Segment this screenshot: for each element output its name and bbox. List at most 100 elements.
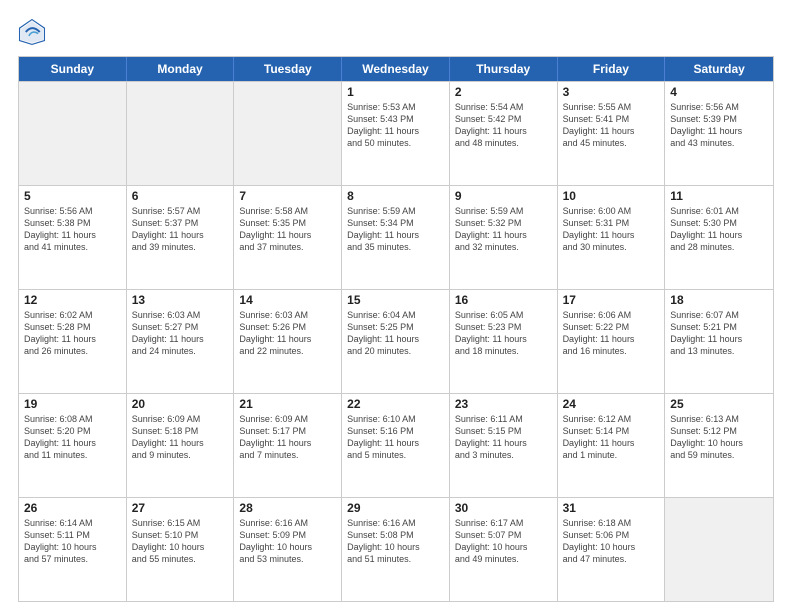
- day-info: Sunrise: 6:15 AM Sunset: 5:10 PM Dayligh…: [132, 517, 229, 566]
- day-number: 25: [670, 397, 768, 411]
- calendar-cell-5-7: [665, 498, 773, 601]
- day-number: 17: [563, 293, 660, 307]
- calendar-header: SundayMondayTuesdayWednesdayThursdayFrid…: [19, 57, 773, 81]
- calendar-cell-1-7: 4 Sunrise: 5:56 AM Sunset: 5:39 PM Daylig…: [665, 82, 773, 185]
- calendar-cell-2-4: 8 Sunrise: 5:59 AM Sunset: 5:34 PM Daylig…: [342, 186, 450, 289]
- day-info: Sunrise: 5:56 AM Sunset: 5:38 PM Dayligh…: [24, 205, 121, 254]
- calendar-cell-5-2: 27 Sunrise: 6:15 AM Sunset: 5:10 PM Dayli…: [127, 498, 235, 601]
- calendar: SundayMondayTuesdayWednesdayThursdayFrid…: [18, 56, 774, 602]
- day-number: 16: [455, 293, 552, 307]
- day-number: 20: [132, 397, 229, 411]
- calendar-cell-5-6: 31 Sunrise: 6:18 AM Sunset: 5:06 PM Dayli…: [558, 498, 666, 601]
- day-info: Sunrise: 5:58 AM Sunset: 5:35 PM Dayligh…: [239, 205, 336, 254]
- weekday-header-sunday: Sunday: [19, 57, 127, 81]
- calendar-cell-3-7: 18 Sunrise: 6:07 AM Sunset: 5:21 PM Dayli…: [665, 290, 773, 393]
- calendar-cell-3-6: 17 Sunrise: 6:06 AM Sunset: 5:22 PM Dayli…: [558, 290, 666, 393]
- day-number: 4: [670, 85, 768, 99]
- weekday-header-friday: Friday: [558, 57, 666, 81]
- day-info: Sunrise: 6:11 AM Sunset: 5:15 PM Dayligh…: [455, 413, 552, 462]
- weekday-header-monday: Monday: [127, 57, 235, 81]
- calendar-cell-1-3: [234, 82, 342, 185]
- day-info: Sunrise: 6:08 AM Sunset: 5:20 PM Dayligh…: [24, 413, 121, 462]
- day-info: Sunrise: 5:53 AM Sunset: 5:43 PM Dayligh…: [347, 101, 444, 150]
- header: [18, 18, 774, 46]
- day-number: 7: [239, 189, 336, 203]
- day-number: 23: [455, 397, 552, 411]
- day-number: 5: [24, 189, 121, 203]
- calendar-cell-3-5: 16 Sunrise: 6:05 AM Sunset: 5:23 PM Dayli…: [450, 290, 558, 393]
- day-info: Sunrise: 5:54 AM Sunset: 5:42 PM Dayligh…: [455, 101, 552, 150]
- day-number: 6: [132, 189, 229, 203]
- day-number: 29: [347, 501, 444, 515]
- calendar-cell-3-1: 12 Sunrise: 6:02 AM Sunset: 5:28 PM Dayli…: [19, 290, 127, 393]
- day-number: 12: [24, 293, 121, 307]
- day-info: Sunrise: 6:00 AM Sunset: 5:31 PM Dayligh…: [563, 205, 660, 254]
- page: SundayMondayTuesdayWednesdayThursdayFrid…: [0, 0, 792, 612]
- calendar-cell-4-7: 25 Sunrise: 6:13 AM Sunset: 5:12 PM Dayli…: [665, 394, 773, 497]
- day-info: Sunrise: 6:17 AM Sunset: 5:07 PM Dayligh…: [455, 517, 552, 566]
- calendar-cell-2-2: 6 Sunrise: 5:57 AM Sunset: 5:37 PM Daylig…: [127, 186, 235, 289]
- calendar-row-3: 12 Sunrise: 6:02 AM Sunset: 5:28 PM Dayli…: [19, 289, 773, 393]
- day-number: 21: [239, 397, 336, 411]
- day-info: Sunrise: 6:01 AM Sunset: 5:30 PM Dayligh…: [670, 205, 768, 254]
- day-info: Sunrise: 6:10 AM Sunset: 5:16 PM Dayligh…: [347, 413, 444, 462]
- day-number: 2: [455, 85, 552, 99]
- calendar-cell-4-3: 21Sunrise: 6:09 AM Sunset: 5:17 PM Dayli…: [234, 394, 342, 497]
- calendar-cell-2-6: 10 Sunrise: 6:00 AM Sunset: 5:31 PM Dayli…: [558, 186, 666, 289]
- day-info: Sunrise: 6:02 AM Sunset: 5:28 PM Dayligh…: [24, 309, 121, 358]
- logo-icon: [18, 18, 46, 46]
- calendar-cell-3-2: 13Sunrise: 6:03 AM Sunset: 5:27 PM Dayli…: [127, 290, 235, 393]
- weekday-header-tuesday: Tuesday: [234, 57, 342, 81]
- weekday-header-wednesday: Wednesday: [342, 57, 450, 81]
- day-number: 26: [24, 501, 121, 515]
- day-info: Sunrise: 6:13 AM Sunset: 5:12 PM Dayligh…: [670, 413, 768, 462]
- calendar-cell-1-5: 2 Sunrise: 5:54 AM Sunset: 5:42 PM Daylig…: [450, 82, 558, 185]
- calendar-row-4: 19 Sunrise: 6:08 AM Sunset: 5:20 PM Dayli…: [19, 393, 773, 497]
- calendar-row-5: 26 Sunrise: 6:14 AM Sunset: 5:11 PM Dayli…: [19, 497, 773, 601]
- calendar-cell-2-3: 7 Sunrise: 5:58 AM Sunset: 5:35 PM Daylig…: [234, 186, 342, 289]
- calendar-cell-3-4: 15Sunrise: 6:04 AM Sunset: 5:25 PM Dayli…: [342, 290, 450, 393]
- calendar-cell-4-5: 23 Sunrise: 6:11 AM Sunset: 5:15 PM Dayli…: [450, 394, 558, 497]
- day-info: Sunrise: 6:06 AM Sunset: 5:22 PM Dayligh…: [563, 309, 660, 358]
- weekday-header-saturday: Saturday: [665, 57, 773, 81]
- calendar-cell-2-1: 5 Sunrise: 5:56 AM Sunset: 5:38 PM Daylig…: [19, 186, 127, 289]
- day-info: Sunrise: 6:05 AM Sunset: 5:23 PM Dayligh…: [455, 309, 552, 358]
- day-number: 19: [24, 397, 121, 411]
- day-number: 15: [347, 293, 444, 307]
- calendar-cell-4-6: 24 Sunrise: 6:12 AM Sunset: 5:14 PM Dayli…: [558, 394, 666, 497]
- day-info: Sunrise: 5:59 AM Sunset: 5:34 PM Dayligh…: [347, 205, 444, 254]
- day-info: Sunrise: 5:59 AM Sunset: 5:32 PM Dayligh…: [455, 205, 552, 254]
- calendar-body: 1Sunrise: 5:53 AM Sunset: 5:43 PM Daylig…: [19, 81, 773, 601]
- calendar-row-2: 5 Sunrise: 5:56 AM Sunset: 5:38 PM Daylig…: [19, 185, 773, 289]
- day-number: 27: [132, 501, 229, 515]
- logo: [18, 18, 50, 46]
- day-info: Sunrise: 5:57 AM Sunset: 5:37 PM Dayligh…: [132, 205, 229, 254]
- calendar-cell-4-1: 19 Sunrise: 6:08 AM Sunset: 5:20 PM Dayli…: [19, 394, 127, 497]
- day-number: 8: [347, 189, 444, 203]
- day-number: 22: [347, 397, 444, 411]
- day-info: Sunrise: 5:55 AM Sunset: 5:41 PM Dayligh…: [563, 101, 660, 150]
- day-info: Sunrise: 6:18 AM Sunset: 5:06 PM Dayligh…: [563, 517, 660, 566]
- day-info: Sunrise: 6:14 AM Sunset: 5:11 PM Dayligh…: [24, 517, 121, 566]
- day-number: 18: [670, 293, 768, 307]
- calendar-cell-5-5: 30Sunrise: 6:17 AM Sunset: 5:07 PM Dayli…: [450, 498, 558, 601]
- day-info: Sunrise: 5:56 AM Sunset: 5:39 PM Dayligh…: [670, 101, 768, 150]
- day-number: 11: [670, 189, 768, 203]
- calendar-cell-5-1: 26 Sunrise: 6:14 AM Sunset: 5:11 PM Dayli…: [19, 498, 127, 601]
- day-number: 13: [132, 293, 229, 307]
- day-info: Sunrise: 6:09 AM Sunset: 5:18 PM Dayligh…: [132, 413, 229, 462]
- day-info: Sunrise: 6:16 AM Sunset: 5:09 PM Dayligh…: [239, 517, 336, 566]
- day-number: 10: [563, 189, 660, 203]
- day-info: Sunrise: 6:12 AM Sunset: 5:14 PM Dayligh…: [563, 413, 660, 462]
- day-info: Sunrise: 6:07 AM Sunset: 5:21 PM Dayligh…: [670, 309, 768, 358]
- calendar-cell-5-4: 29Sunrise: 6:16 AM Sunset: 5:08 PM Dayli…: [342, 498, 450, 601]
- day-number: 31: [563, 501, 660, 515]
- calendar-cell-1-6: 3 Sunrise: 5:55 AM Sunset: 5:41 PM Daylig…: [558, 82, 666, 185]
- day-number: 24: [563, 397, 660, 411]
- weekday-header-thursday: Thursday: [450, 57, 558, 81]
- calendar-cell-4-4: 22 Sunrise: 6:10 AM Sunset: 5:16 PM Dayli…: [342, 394, 450, 497]
- calendar-cell-3-3: 14Sunrise: 6:03 AM Sunset: 5:26 PM Dayli…: [234, 290, 342, 393]
- calendar-cell-1-2: [127, 82, 235, 185]
- calendar-cell-2-7: 11 Sunrise: 6:01 AM Sunset: 5:30 PM Dayli…: [665, 186, 773, 289]
- day-number: 3: [563, 85, 660, 99]
